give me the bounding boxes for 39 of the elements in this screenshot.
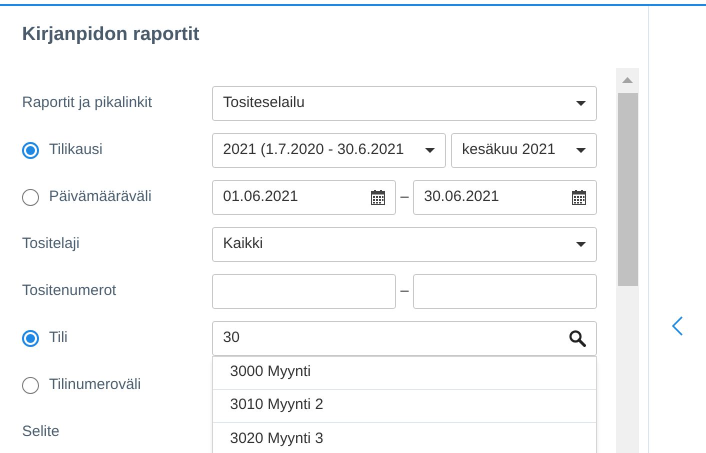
field-label: Tositelaji xyxy=(22,234,80,254)
page-title: Kirjanpidon raportit xyxy=(22,23,200,47)
radio-button[interactable] xyxy=(22,330,39,346)
range-separator: – xyxy=(399,280,410,301)
radio-button[interactable] xyxy=(22,376,39,394)
suggestion-item[interactable]: 3010 Myynti 2 xyxy=(213,390,596,422)
dropdown[interactable]: 2021 (1.7.2020 - 30.6.2021 xyxy=(212,132,446,168)
field-label: Raportit ja pikalinkit xyxy=(22,92,152,113)
input-field[interactable] xyxy=(413,274,597,308)
suggestion-item[interactable]: 3000 Myynti xyxy=(213,356,596,390)
field-label: Päivämääräväli xyxy=(49,186,152,207)
chevron-left-icon xyxy=(672,316,683,336)
field-label: Tilinumeroväli xyxy=(49,374,141,395)
range-separator: – xyxy=(399,186,410,207)
calendar-icon xyxy=(371,190,385,204)
dropdown[interactable]: Kaikki xyxy=(212,226,597,262)
dropdown[interactable]: Tositeselailu xyxy=(212,86,597,120)
caret-icon xyxy=(576,100,586,106)
caret-icon xyxy=(576,148,586,152)
field-label: Tili xyxy=(49,328,68,348)
caret-icon xyxy=(425,148,435,152)
collapse-button[interactable] xyxy=(672,316,683,336)
field-label: Tositenumerot xyxy=(22,280,116,301)
field-label: Selite xyxy=(22,422,60,442)
radio-button[interactable] xyxy=(22,188,39,206)
caret-icon xyxy=(576,242,586,246)
scrollbar[interactable] xyxy=(616,68,639,453)
input-field[interactable] xyxy=(212,274,396,308)
scrollbar-thumb[interactable] xyxy=(618,93,638,286)
search-field[interactable]: 30 xyxy=(212,320,597,356)
calendar-icon xyxy=(572,190,586,204)
dropdown[interactable]: kesäkuu 2021 xyxy=(451,132,597,168)
suggestion-item[interactable]: 3020 Myynti 3 xyxy=(213,422,596,453)
date-field[interactable]: 30.06.2021 xyxy=(413,180,597,214)
search-icon xyxy=(569,330,586,346)
date-field[interactable]: 01.06.2021 xyxy=(212,180,396,214)
scroll-up-icon[interactable] xyxy=(622,77,633,83)
radio-button[interactable] xyxy=(22,142,39,158)
field-label: Tilikausi xyxy=(49,140,103,160)
